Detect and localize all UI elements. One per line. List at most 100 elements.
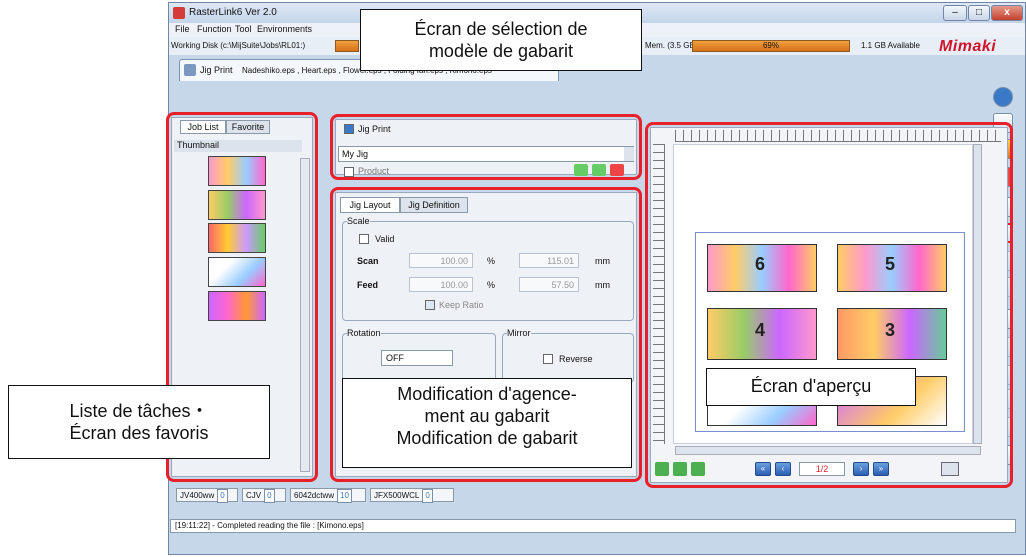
first-page-icon[interactable]: «: [755, 462, 771, 476]
callout-layout-line-2: ment au gabarit: [424, 406, 550, 426]
callout-layout-line-1: Modification d'agence-: [397, 384, 577, 404]
thumbnail-nadeshiko[interactable]: [208, 156, 266, 186]
rotation-select[interactable]: OFF: [381, 350, 453, 366]
scan-mm-unit: mm: [595, 256, 610, 266]
tab-jig-layout[interactable]: Jig Layout: [340, 197, 400, 213]
valid-checkbox[interactable]: [359, 234, 369, 244]
app-icon: [173, 7, 185, 19]
add-jig-icon[interactable]: [574, 164, 588, 176]
feed-percent-input[interactable]: 100.00: [409, 277, 473, 292]
last-page-icon[interactable]: »: [873, 462, 889, 476]
printer-jv400ww[interactable]: JV400ww 0: [176, 488, 238, 503]
preview-h-scrollbar[interactable]: [675, 446, 981, 455]
scan-label: Scan: [357, 256, 379, 266]
chevron-down-icon[interactable]: [624, 147, 634, 161]
disk-progress: [335, 40, 359, 52]
display-mode-icon[interactable]: [941, 462, 959, 476]
available-label: 1.1 GB Available: [861, 41, 921, 50]
fit-icon[interactable]: [655, 462, 669, 476]
thumbnail-column-header: Thumbnail: [174, 140, 302, 152]
rotation-group-label: Rotation: [347, 328, 381, 338]
scale-group: Scale Valid Scan 100.00 % 115.01 mm Feed…: [342, 216, 634, 321]
window-title: RasterLink6 Ver 2.0: [189, 7, 277, 18]
vertical-ruler: [653, 144, 665, 444]
thumbnail-folding-fan[interactable]: [208, 257, 266, 287]
tab-jig-definition[interactable]: Jig Definition: [400, 197, 468, 213]
callout-preview: Écran d'aperçu: [706, 368, 916, 406]
printer-jfx500wcl[interactable]: JFX500WCL 0: [370, 488, 454, 503]
jig-select[interactable]: My Jig: [338, 146, 634, 162]
menu-tool[interactable]: Tool: [235, 24, 252, 34]
menu-function[interactable]: Function: [197, 24, 232, 34]
printer-count: 0: [264, 489, 275, 503]
preview-number-3: 3: [885, 320, 896, 340]
product-label: Product: [358, 166, 390, 176]
preview-panel: 6 5 4 3 « ‹ 1/2 › »: [650, 127, 1008, 483]
page-indicator: 1/2: [799, 462, 845, 476]
preview-number-5: 5: [885, 254, 896, 274]
keep-ratio-checkbox[interactable]: [425, 300, 435, 310]
printer-count: 0: [217, 489, 228, 503]
feed-percent-unit: %: [487, 280, 496, 290]
callout-template-line-1: Écran de sélection de: [414, 19, 588, 39]
thumbnail-flower[interactable]: [208, 223, 266, 253]
scan-mm-input[interactable]: 115.01: [519, 253, 579, 268]
valid-label: Valid: [375, 234, 395, 244]
template-select-panel: Jig Print My Jig Product: [335, 119, 637, 177]
mimaki-logo: Mimaki: [939, 38, 997, 55]
menu-file[interactable]: File: [175, 24, 190, 34]
rotation-group: Rotation OFF: [342, 328, 496, 383]
job-list-scrollbar[interactable]: [300, 158, 310, 472]
feed-mm-input[interactable]: 57.50: [519, 277, 579, 292]
preview-v-scrollbar[interactable]: [973, 144, 982, 444]
feed-label: Feed: [357, 280, 379, 290]
prev-page-icon[interactable]: ‹: [775, 462, 791, 476]
printer-name: 6042dctww: [294, 491, 335, 500]
zoom-in-icon[interactable]: [691, 462, 705, 476]
thumbnail-heart[interactable]: [208, 190, 266, 220]
mirror-group-label: Mirror: [507, 328, 531, 338]
job-tab-label: Jig Print: [200, 65, 233, 75]
close-button[interactable]: x: [991, 5, 1023, 21]
next-page-icon[interactable]: ›: [853, 462, 869, 476]
minimize-button[interactable]: –: [943, 5, 967, 21]
printer-count: 0: [422, 489, 433, 503]
callout-job-list: Liste de tâches・ Écran des favoris: [8, 385, 270, 459]
printer-name: JV400ww: [180, 491, 215, 500]
edit-jig-icon[interactable]: [592, 164, 606, 176]
mirror-group: Mirror Reverse: [502, 328, 634, 383]
keep-ratio-label: Keep Ratio: [439, 300, 484, 310]
menu-environments[interactable]: Environments: [257, 24, 312, 34]
callout-joblist-line-2: Écran des favoris: [69, 423, 209, 443]
info-icon[interactable]: [993, 87, 1013, 107]
scale-group-label: Scale: [347, 216, 370, 226]
jig-print-label: Jig Print: [358, 124, 391, 134]
printer-6042dctww[interactable]: 6042dctww 10: [290, 488, 366, 503]
tab-favorite[interactable]: Favorite: [226, 120, 270, 134]
product-checkbox[interactable]: [344, 167, 354, 177]
horizontal-ruler: [675, 130, 1001, 142]
delete-jig-icon[interactable]: [610, 164, 624, 176]
callout-template-selection: Écran de sélection de modèle de gabarit: [360, 9, 642, 71]
scan-percent-input[interactable]: 100.00: [409, 253, 473, 268]
reverse-checkbox[interactable]: [543, 354, 553, 364]
jig-print-icon: [184, 64, 196, 76]
jig-print-checkbox[interactable]: [344, 124, 354, 134]
log-line: [19:11:22] - Completed reading the file …: [170, 519, 1016, 533]
tab-job-list[interactable]: Job List: [180, 120, 226, 134]
printer-name: CJV: [246, 491, 262, 500]
working-disk-label: Working Disk (c:\MijSuite\Jobs\RL01:): [171, 41, 306, 50]
callout-layout-line-3: Modification de gabarit: [396, 428, 578, 448]
preview-number-6: 6: [755, 254, 766, 274]
printer-cjv[interactable]: CJV 0: [242, 488, 286, 503]
callout-layout-edit: Modification d'agence- ment au gabarit M…: [342, 378, 632, 468]
reverse-label: Reverse: [559, 354, 593, 364]
maximize-button[interactable]: □: [968, 5, 990, 21]
thumbnail-kimono[interactable]: [208, 291, 266, 321]
printer-name: JFX500WCL: [374, 491, 420, 500]
scan-percent-unit: %: [487, 256, 496, 266]
printer-count: 10: [337, 489, 352, 503]
callout-joblist-line-1: Liste de tâches・: [69, 401, 209, 421]
zoom-out-icon[interactable]: [673, 462, 687, 476]
memory-progress: 69%: [692, 40, 850, 52]
